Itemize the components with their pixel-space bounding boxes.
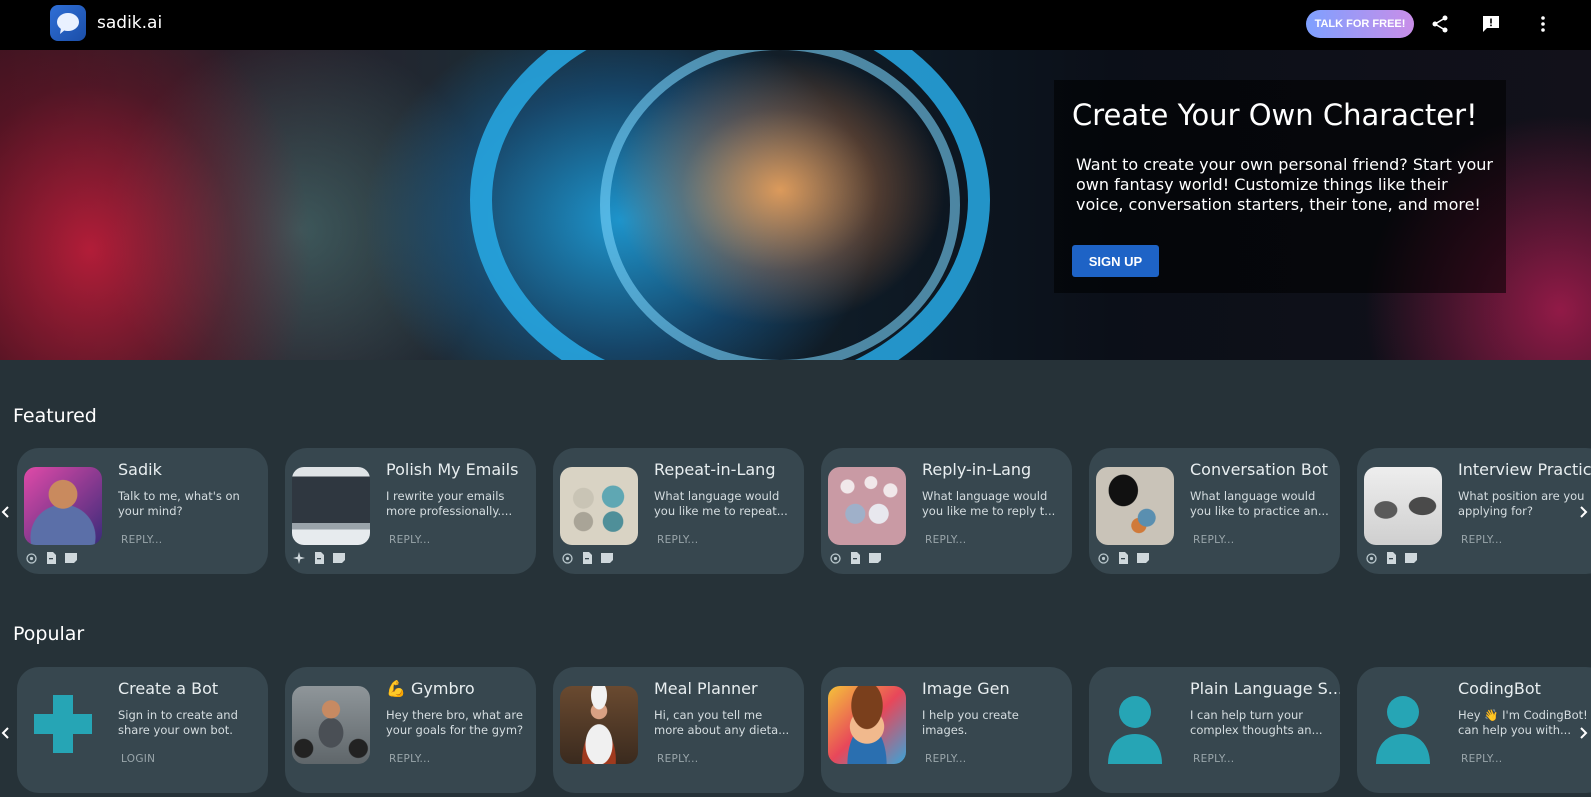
bot-card-polish-my-emails[interactable]: Polish My Emails I rewrite your emails m…: [285, 448, 536, 574]
note-icon: [869, 552, 881, 564]
bot-card-interview-practice[interactable]: Interview Practice What position are you…: [1357, 448, 1591, 574]
conversation-bot-image: [1096, 467, 1174, 545]
card-description: Sign in to create and share your own bot…: [118, 708, 238, 737]
card-title: Conversation Bot: [1190, 460, 1328, 479]
polish-my-emails-image: [292, 467, 370, 545]
brand-name[interactable]: sadik.ai: [97, 13, 162, 33]
openai-icon: [561, 552, 573, 564]
reply-button[interactable]: REPLY...: [1461, 753, 1502, 765]
chevron-right-icon[interactable]: [1577, 723, 1591, 743]
popular-row: Create a Bot Sign in to create and share…: [0, 667, 1591, 797]
document-icon: [45, 552, 57, 564]
openai-icon: [1365, 552, 1377, 564]
chat-logo-icon[interactable]: [50, 5, 86, 41]
card-description: I rewrite your emails more professionall…: [386, 489, 513, 518]
card-description: Hey there bro, what are your goals for t…: [386, 708, 524, 737]
reply-button[interactable]: REPLY...: [925, 753, 966, 765]
document-icon: [849, 552, 861, 564]
hero-panel: Create Your Own Character! Want to creat…: [1054, 80, 1506, 293]
card-description: Hey 👋 I'm CodingBot! I can help you with…: [1458, 708, 1591, 737]
card-title: Reply-in-Lang: [922, 460, 1032, 479]
note-icon: [1405, 552, 1417, 564]
share-icon[interactable]: [1428, 12, 1452, 36]
chevron-right-icon[interactable]: [1577, 502, 1591, 522]
card-description: What language would you like me to repea…: [654, 489, 788, 518]
document-icon: [1385, 552, 1397, 564]
bot-card-meal-planner[interactable]: Meal Planner Hi, can you tell me more ab…: [553, 667, 804, 793]
card-description: I can help turn your complex thoughts an…: [1190, 708, 1323, 737]
sign-up-button[interactable]: SIGN UP: [1072, 245, 1159, 277]
bot-card-gymbro[interactable]: 💪 Gymbro Hey there bro, what are your go…: [285, 667, 536, 793]
card-title: Repeat-in-Lang: [654, 460, 776, 479]
note-icon: [601, 552, 613, 564]
reply-button[interactable]: REPLY...: [1461, 534, 1502, 546]
reply-button[interactable]: REPLY...: [657, 534, 698, 546]
bot-card-plain-language[interactable]: Plain Language S... I can help turn your…: [1089, 667, 1340, 793]
image-gen-image: [828, 686, 906, 764]
talk-for-free-button[interactable]: TALK FOR FREE!: [1306, 10, 1414, 38]
reply-button[interactable]: REPLY...: [389, 753, 430, 765]
bot-card-create-a-bot[interactable]: Create a Bot Sign in to create and share…: [17, 667, 268, 793]
reply-button[interactable]: REPLY...: [389, 534, 430, 546]
person-icon: [1364, 686, 1442, 764]
card-title: Interview Practice: [1458, 460, 1591, 479]
chevron-left-icon[interactable]: [0, 502, 12, 522]
sparkle-icon: [293, 552, 305, 564]
featured-title: Featured: [13, 405, 97, 427]
gymbro-image: [292, 686, 370, 764]
chevron-left-icon[interactable]: [0, 723, 12, 743]
openai-icon: [829, 552, 841, 564]
bot-card-codingbot[interactable]: CodingBot Hey 👋 I'm CodingBot! I can hel…: [1357, 667, 1591, 793]
bot-card-image-gen[interactable]: Image Gen I help you create images. REPL…: [821, 667, 1072, 793]
reply-button[interactable]: REPLY...: [121, 534, 162, 546]
reply-in-lang-image: [828, 467, 906, 545]
reply-button[interactable]: REPLY...: [1193, 534, 1234, 546]
bot-card-reply-in-lang[interactable]: Reply-in-Lang What language would you li…: [821, 448, 1072, 574]
card-title: Create a Bot: [118, 679, 219, 698]
note-icon: [1137, 552, 1149, 564]
card-description: What position are you applying for?: [1458, 489, 1585, 518]
bot-card-repeat-in-lang[interactable]: Repeat-in-Lang What language would you l…: [553, 448, 804, 574]
sadik-avatar: [24, 467, 102, 545]
top-bar: sadik.ai TALK FOR FREE!: [0, 0, 1591, 50]
card-title: Plain Language S...: [1190, 679, 1340, 698]
document-icon: [313, 552, 325, 564]
card-title: 💪 Gymbro: [386, 679, 475, 698]
hero-banner: Create Your Own Character! Want to creat…: [0, 50, 1591, 360]
more-vert-icon[interactable]: [1531, 12, 1555, 36]
card-description: Hi, can you tell me more about any dieta…: [654, 708, 790, 737]
feedback-icon[interactable]: [1479, 12, 1503, 36]
reply-button[interactable]: REPLY...: [925, 534, 966, 546]
helmet-visor-decoration: [600, 50, 960, 360]
document-icon: [581, 552, 593, 564]
repeat-in-lang-image: [560, 467, 638, 545]
popular-title: Popular: [13, 623, 85, 645]
reply-button[interactable]: REPLY...: [657, 753, 698, 765]
hero-title: Create Your Own Character!: [1072, 98, 1478, 132]
card-title: Image Gen: [922, 679, 1010, 698]
card-description: What language would you like me to reply…: [922, 489, 1056, 518]
bot-card-sadik[interactable]: Sadik Talk to me, what's on your mind? R…: [17, 448, 268, 574]
interview-practice-image: [1364, 467, 1442, 545]
card-description: I help you create images.: [922, 708, 1019, 737]
card-title: Meal Planner: [654, 679, 758, 698]
plus-icon: [24, 686, 102, 764]
card-title: Sadik: [118, 460, 162, 479]
card-description: What language would you like to practice…: [1190, 489, 1329, 518]
document-icon: [1117, 552, 1129, 564]
reply-button[interactable]: REPLY...: [1193, 753, 1234, 765]
featured-row: Sadik Talk to me, what's on your mind? R…: [0, 448, 1591, 578]
note-icon: [65, 552, 77, 564]
login-button[interactable]: LOGIN: [121, 753, 155, 765]
note-icon: [333, 552, 345, 564]
person-icon: [1096, 686, 1174, 764]
card-title: Polish My Emails: [386, 460, 519, 479]
meal-planner-image: [560, 686, 638, 764]
bot-card-conversation-bot[interactable]: Conversation Bot What language would you…: [1089, 448, 1340, 574]
hero-text: Want to create your own personal friend?…: [1076, 155, 1493, 214]
openai-icon: [1097, 552, 1109, 564]
card-description: Talk to me, what's on your mind?: [118, 489, 240, 518]
openai-icon: [25, 552, 37, 564]
card-title: CodingBot: [1458, 679, 1541, 698]
